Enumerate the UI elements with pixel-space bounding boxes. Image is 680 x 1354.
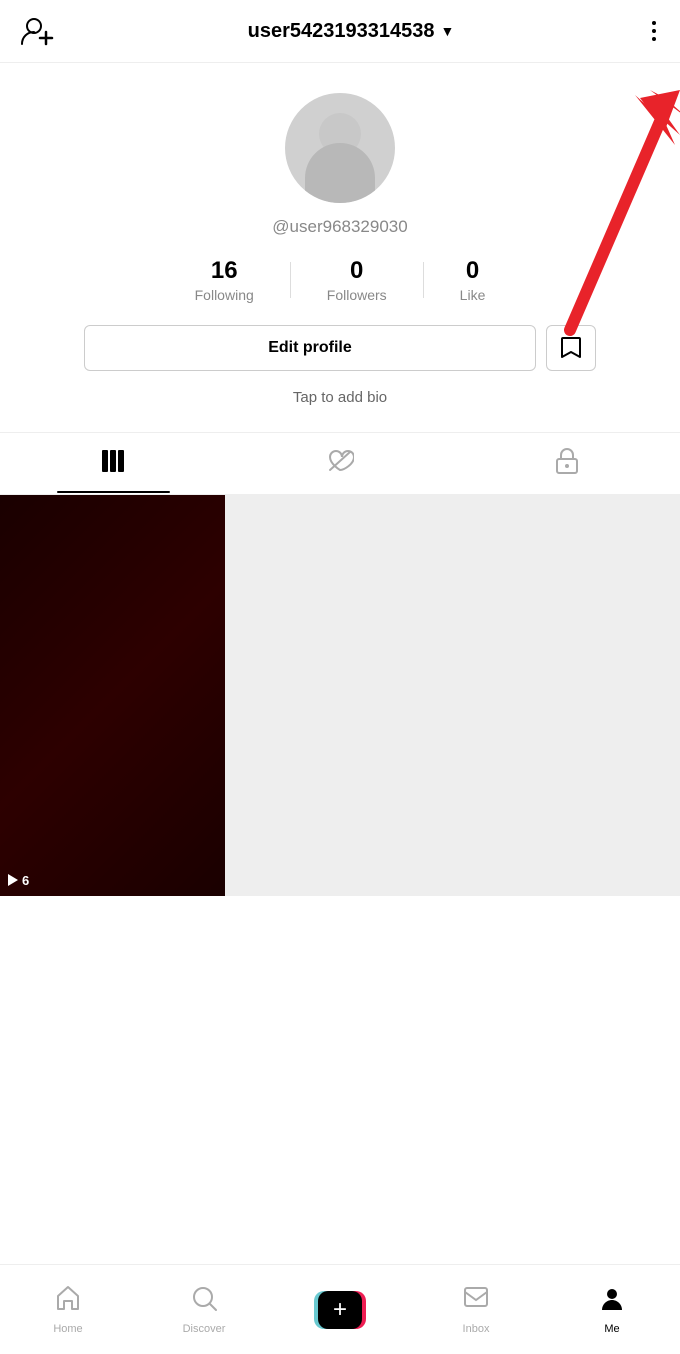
- avatar: [285, 93, 395, 203]
- bookmark-button[interactable]: [546, 325, 596, 371]
- likes-label: Like: [460, 287, 486, 303]
- stats-row: 16 Following 0 Followers 0 Like: [159, 257, 522, 303]
- inbox-icon: [462, 1284, 490, 1319]
- create-button[interactable]: +: [314, 1291, 366, 1329]
- nav-discover[interactable]: Discover: [136, 1274, 272, 1345]
- profile-buttons-row: Edit profile: [84, 325, 596, 371]
- content-grid: 6: [0, 495, 680, 896]
- edit-profile-button[interactable]: Edit profile: [84, 325, 536, 371]
- username-display[interactable]: user5423193314538 ▼: [248, 20, 455, 43]
- username-text: user5423193314538: [248, 20, 435, 43]
- following-stat[interactable]: 16 Following: [159, 257, 290, 303]
- inbox-label: Inbox: [463, 1323, 490, 1335]
- user-handle: @user968329030: [272, 217, 407, 237]
- play-count: 6: [22, 873, 29, 888]
- followers-stat[interactable]: 0 Followers: [291, 257, 423, 303]
- video-thumbnail-inner: [0, 495, 225, 896]
- followers-count: 0: [350, 257, 363, 285]
- me-icon: [598, 1284, 626, 1319]
- me-label: Me: [604, 1323, 619, 1335]
- followers-label: Followers: [327, 287, 387, 303]
- home-label: Home: [53, 1323, 82, 1335]
- dot3: [652, 37, 656, 41]
- home-icon: [54, 1284, 82, 1319]
- add-user-button[interactable]: [20, 14, 54, 48]
- more-options-button[interactable]: [648, 17, 660, 45]
- top-nav: user5423193314538 ▼: [0, 0, 680, 63]
- play-icon: [8, 874, 18, 886]
- plus-btn-black: +: [318, 1291, 362, 1329]
- dot1: [652, 21, 656, 25]
- page-wrapper: user5423193314538 ▼: [0, 0, 680, 1354]
- tab-private[interactable]: [453, 447, 680, 494]
- videos-grid-icon: [100, 448, 126, 481]
- nav-me[interactable]: Me: [544, 1274, 680, 1345]
- discover-icon: [190, 1284, 218, 1319]
- tab-liked[interactable]: [227, 448, 454, 493]
- following-count: 16: [211, 257, 238, 285]
- nav-home[interactable]: Home: [0, 1274, 136, 1345]
- content-tabs: [0, 433, 680, 495]
- lock-icon: [555, 447, 579, 482]
- bio-text[interactable]: Tap to add bio: [293, 389, 387, 406]
- video-thumbnail-1[interactable]: 6: [0, 495, 225, 896]
- likes-count: 0: [466, 257, 479, 285]
- profile-section: @user968329030 16 Following 0 Followers …: [0, 63, 680, 432]
- content-area: @user968329030 16 Following 0 Followers …: [0, 63, 680, 986]
- liked-icon: [326, 448, 354, 481]
- chevron-down-icon: ▼: [441, 23, 455, 39]
- create-button-container[interactable]: +: [272, 1291, 408, 1329]
- bottom-nav: Home Discover +: [0, 1264, 680, 1354]
- likes-stat[interactable]: 0 Like: [424, 257, 522, 303]
- dot2: [652, 29, 656, 33]
- avatar-body: [305, 143, 375, 203]
- following-label: Following: [195, 287, 254, 303]
- tab-videos[interactable]: [0, 448, 227, 493]
- nav-inbox[interactable]: Inbox: [408, 1274, 544, 1345]
- play-info: 6: [8, 873, 29, 888]
- plus-icon: +: [333, 1298, 347, 1322]
- discover-label: Discover: [183, 1323, 226, 1335]
